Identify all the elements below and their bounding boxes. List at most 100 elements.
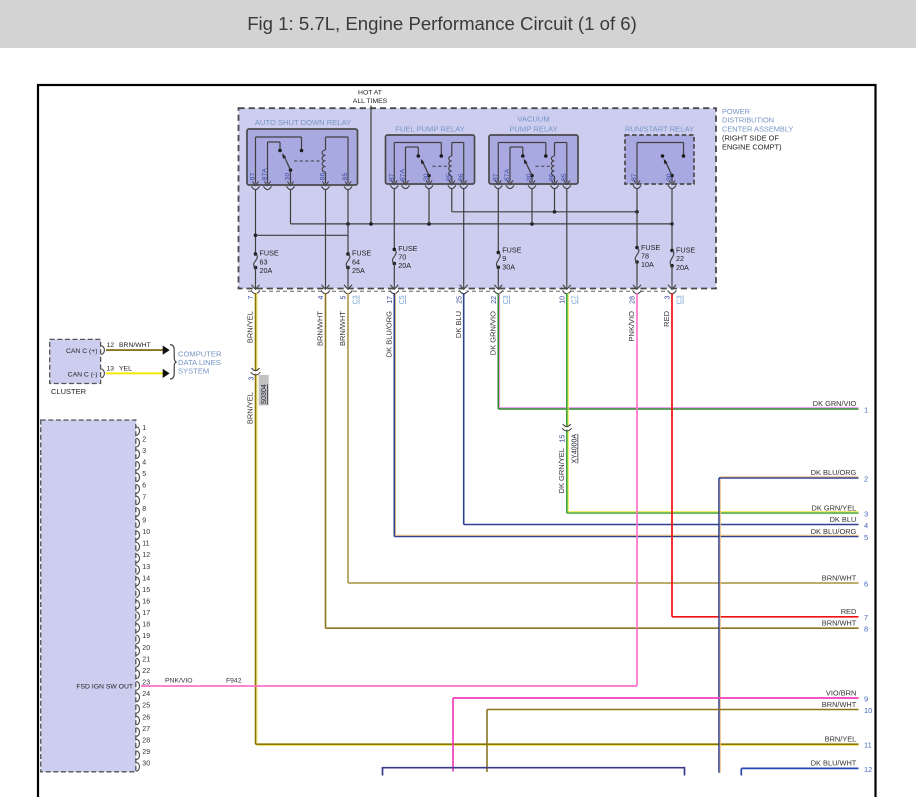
svg-text:85: 85 [342, 173, 349, 181]
svg-text:11: 11 [864, 741, 872, 750]
svg-text:21: 21 [142, 656, 150, 663]
svg-text:86: 86 [549, 173, 556, 181]
svg-text:16: 16 [142, 599, 150, 606]
svg-text:C5: C5 [399, 295, 406, 304]
svg-text:12: 12 [142, 552, 150, 559]
svg-text:3: 3 [665, 296, 672, 300]
svg-text:10: 10 [864, 706, 872, 715]
svg-text:7: 7 [864, 613, 868, 622]
svg-text:87A: 87A [504, 168, 511, 181]
svg-text:20A: 20A [260, 266, 273, 275]
svg-text:BRN/WHT: BRN/WHT [316, 311, 325, 346]
svg-text:87A: 87A [400, 168, 407, 181]
svg-text:86: 86 [320, 173, 327, 181]
svg-text:BRN/WHT: BRN/WHT [822, 619, 857, 628]
svg-text:CAN C (+): CAN C (+) [66, 348, 98, 355]
svg-text:87: 87 [389, 173, 396, 181]
svg-text:25: 25 [142, 703, 150, 710]
svg-text:87: 87 [250, 173, 257, 181]
svg-text:DATA LINES: DATA LINES [178, 358, 221, 367]
svg-text:5: 5 [864, 533, 868, 542]
svg-text:3: 3 [864, 509, 868, 518]
svg-text:26: 26 [142, 714, 150, 721]
svg-text:9: 9 [864, 694, 868, 703]
svg-text:BRN/WHT: BRN/WHT [822, 573, 857, 582]
svg-text:22: 22 [491, 296, 498, 304]
svg-text:PNK/VIO: PNK/VIO [627, 311, 636, 342]
svg-text:C3: C3 [503, 295, 510, 304]
svg-text:13: 13 [142, 564, 150, 571]
svg-text:DK BLU/ORG: DK BLU/ORG [811, 468, 857, 477]
svg-text:24: 24 [142, 691, 150, 698]
svg-text:S0304: S0304 [261, 384, 268, 404]
svg-text:RED: RED [841, 607, 857, 616]
svg-text:10: 10 [142, 529, 150, 536]
svg-text:28: 28 [630, 296, 637, 304]
svg-text:30: 30 [423, 173, 430, 181]
svg-text:RED: RED [662, 310, 671, 326]
svg-text:19: 19 [142, 633, 150, 640]
svg-text:85: 85 [446, 173, 453, 181]
svg-text:DK GRN/YEL: DK GRN/YEL [557, 448, 566, 493]
svg-text:YEL: YEL [119, 365, 132, 372]
svg-text:DK BLU: DK BLU [454, 311, 463, 338]
svg-text:20A: 20A [398, 261, 411, 270]
svg-text:Fig 1: 5.7L, Engine Performanc: Fig 1: 5.7L, Engine Performance Circuit … [247, 13, 637, 34]
svg-text:4: 4 [142, 460, 146, 467]
svg-text:DK BLU/ORG: DK BLU/ORG [811, 527, 857, 536]
svg-text:DK GRN/YEL: DK GRN/YEL [812, 503, 857, 512]
svg-text:CLUSTER: CLUSTER [51, 387, 87, 396]
svg-text:10A: 10A [641, 260, 654, 269]
svg-text:BRN/WHT: BRN/WHT [338, 311, 347, 346]
svg-text:SYSTEM: SYSTEM [178, 367, 209, 376]
svg-text:8: 8 [864, 625, 868, 634]
svg-text:7: 7 [248, 296, 255, 300]
svg-text:PUMP RELAY: PUMP RELAY [509, 125, 557, 134]
svg-text:C7: C7 [572, 295, 579, 304]
svg-text:FSD IGN SW OUT: FSD IGN SW OUT [76, 684, 133, 691]
svg-text:DK GRN/VIO: DK GRN/VIO [488, 311, 497, 355]
svg-text:BRN/YEL: BRN/YEL [246, 311, 255, 343]
svg-text:30: 30 [666, 173, 673, 181]
svg-text:BRN/WHT: BRN/WHT [119, 342, 151, 349]
svg-text:9: 9 [142, 517, 146, 524]
svg-text:28: 28 [142, 737, 150, 744]
svg-text:10: 10 [560, 296, 567, 304]
svg-text:12: 12 [864, 765, 872, 774]
svg-text:64: 64 [352, 257, 360, 266]
svg-text:ENGINE COMPT): ENGINE COMPT) [722, 142, 782, 151]
svg-text:DK BLU: DK BLU [830, 515, 857, 524]
svg-text:30: 30 [142, 761, 150, 768]
svg-text:DK BLU/ORG: DK BLU/ORG [384, 311, 393, 357]
svg-text:1: 1 [864, 405, 868, 414]
svg-text:85: 85 [561, 173, 568, 181]
svg-text:6: 6 [142, 483, 146, 490]
svg-text:13: 13 [107, 365, 115, 372]
svg-text:12: 12 [107, 342, 115, 349]
svg-text:22: 22 [142, 668, 150, 675]
svg-text:20A: 20A [676, 263, 689, 272]
svg-text:1: 1 [142, 425, 146, 432]
svg-text:18: 18 [142, 622, 150, 629]
svg-text:25: 25 [456, 296, 463, 304]
svg-text:5: 5 [341, 296, 348, 300]
svg-text:PNK/VIO: PNK/VIO [165, 678, 193, 685]
svg-text:VIO/BRN: VIO/BRN [826, 688, 856, 697]
svg-text:15: 15 [559, 435, 566, 443]
svg-text:F942: F942 [226, 678, 242, 685]
svg-text:3: 3 [142, 448, 146, 455]
svg-text:RUN/START RELAY: RUN/START RELAY [625, 125, 694, 134]
svg-text:11: 11 [142, 541, 149, 548]
svg-text:3: 3 [248, 377, 255, 381]
svg-text:DK BLU/WHT: DK BLU/WHT [811, 759, 857, 768]
svg-text:87: 87 [631, 173, 638, 181]
svg-text:XY4000A: XY4000A [572, 434, 579, 464]
svg-text:(RIGHT SIDE OF: (RIGHT SIDE OF [722, 134, 779, 143]
svg-text:BRN/YEL: BRN/YEL [825, 735, 857, 744]
svg-text:15: 15 [142, 587, 150, 594]
svg-text:17: 17 [387, 296, 394, 304]
svg-text:CAN C (-): CAN C (-) [68, 371, 98, 378]
svg-text:30A: 30A [502, 263, 515, 272]
svg-text:4: 4 [318, 296, 325, 300]
svg-text:20: 20 [142, 645, 150, 652]
